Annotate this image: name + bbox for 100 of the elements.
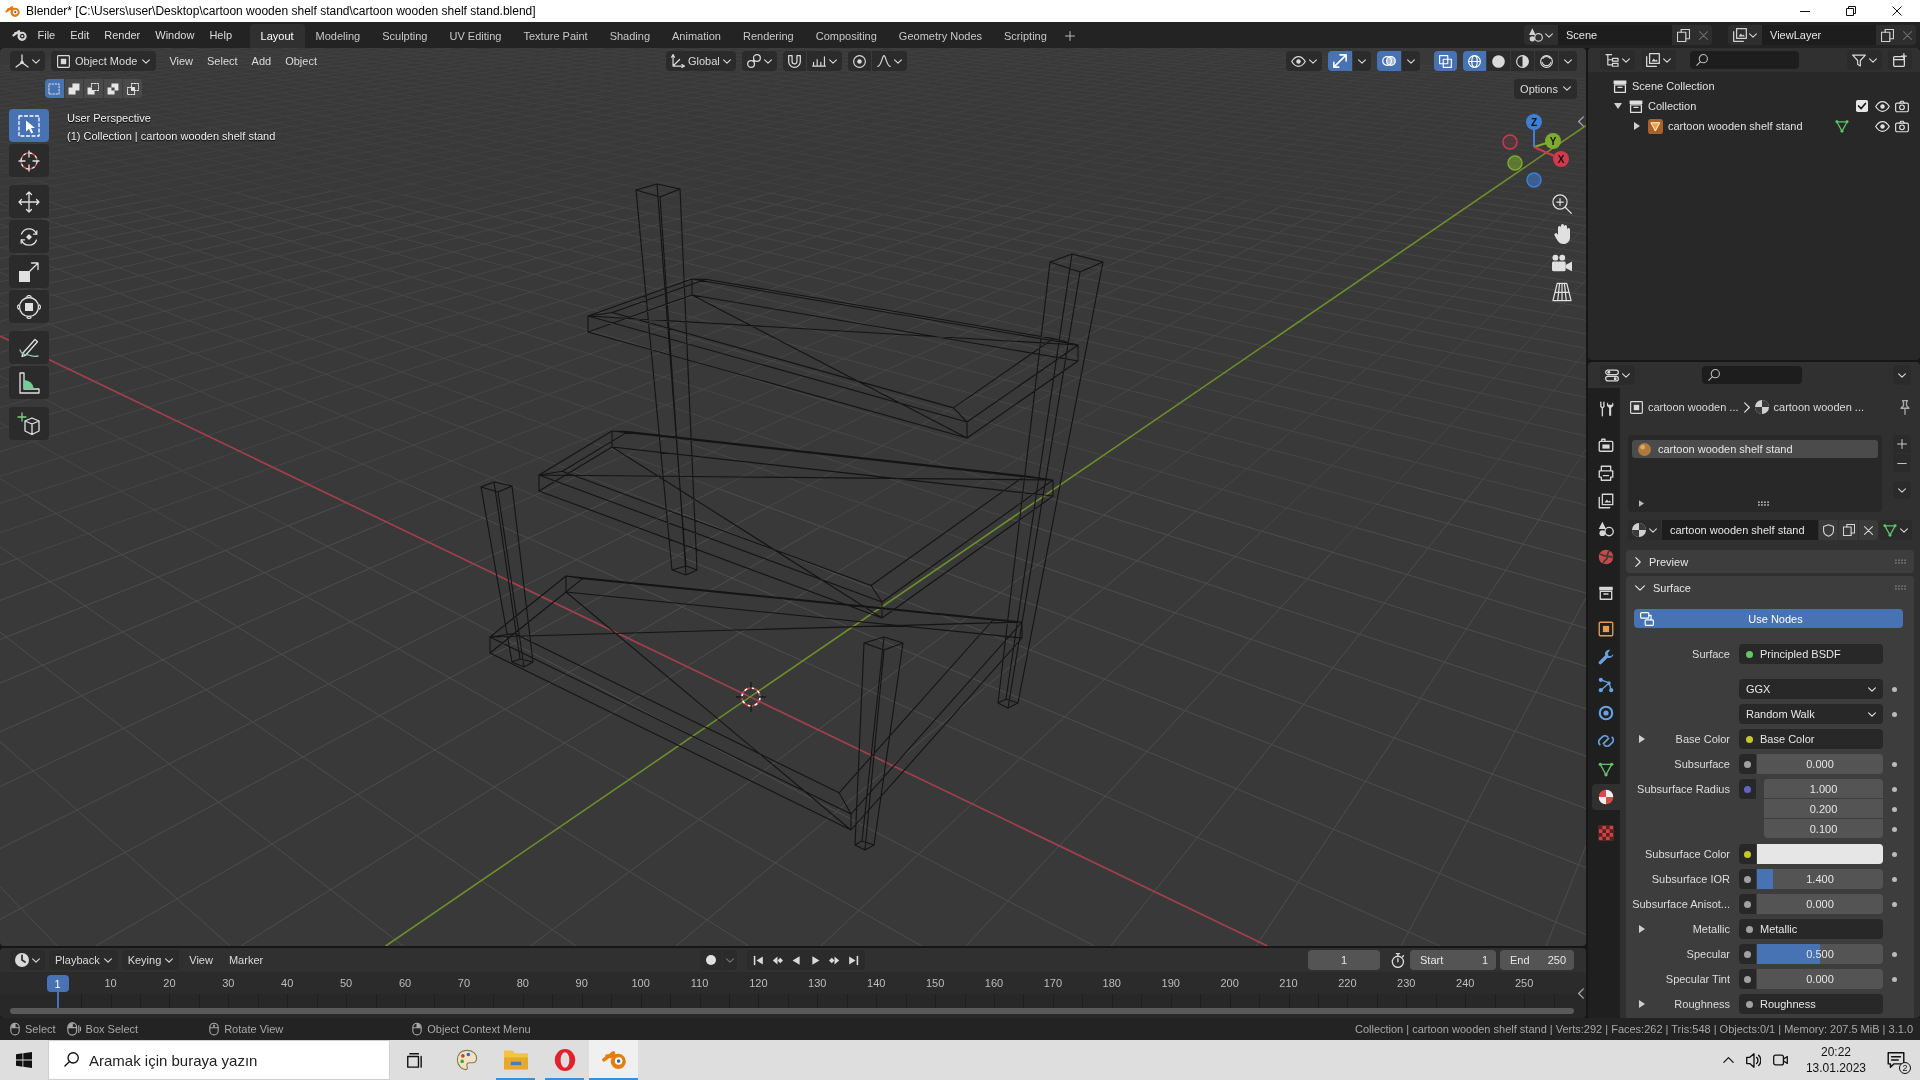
annotate-tool[interactable] — [9, 331, 49, 364]
search-box[interactable]: Aramak için buraya yazın — [48, 1040, 390, 1080]
editor-type-button[interactable] — [1600, 365, 1635, 385]
search-field[interactable] — [1702, 366, 1802, 384]
selection-mode-button[interactable] — [84, 79, 103, 98]
editor-type-button[interactable] — [10, 950, 45, 970]
workspace-tab[interactable]: Modeling — [304, 24, 372, 48]
shading-mode-button[interactable] — [1511, 51, 1534, 71]
negative-axis-handle[interactable] — [1507, 155, 1523, 171]
number-field[interactable]: 0.100 — [1764, 819, 1883, 838]
xray-toggle[interactable] — [1434, 51, 1457, 71]
proportional-editing-toggle[interactable] — [847, 51, 871, 71]
linked-input-field[interactable]: Metallic — [1739, 919, 1883, 939]
move-tool[interactable] — [9, 185, 49, 218]
menu-item[interactable]: Help — [201, 24, 240, 46]
eye-icon[interactable] — [1874, 100, 1890, 112]
dropdown-field[interactable]: GGX — [1739, 679, 1883, 699]
editor-type-button[interactable] — [10, 51, 45, 71]
socket-button[interactable] — [1739, 754, 1756, 774]
selection-mode-button[interactable] — [123, 79, 142, 98]
triangle-right-icon[interactable] — [1639, 925, 1645, 933]
collection-checkbox[interactable] — [1856, 100, 1868, 112]
number-field[interactable]: 0.000 — [1757, 894, 1883, 914]
dropdown-field[interactable]: Random Walk — [1739, 704, 1883, 724]
perspective-grid-icon[interactable] — [1552, 282, 1572, 302]
negative-axis-handle[interactable] — [1502, 134, 1518, 150]
number-field[interactable]: 0.200 — [1764, 799, 1883, 818]
linked-input-field[interactable]: Base Color — [1739, 729, 1883, 749]
cursor-tool[interactable] — [9, 144, 49, 177]
hand-icon[interactable] — [1552, 224, 1572, 244]
material-slot[interactable]: cartoon wooden shelf stand — [1632, 440, 1878, 458]
play-icon[interactable] — [810, 954, 821, 966]
menu-item[interactable]: Playback — [49, 950, 118, 970]
workspace-tab[interactable]: Shading — [598, 24, 662, 48]
vertex-triangle-icon[interactable] — [1835, 119, 1849, 133]
chevron-left-icon[interactable] — [1578, 988, 1584, 999]
slot-menu-button[interactable] — [1893, 481, 1911, 499]
camera-icon[interactable] — [1895, 119, 1909, 133]
selection-mode-button[interactable] — [64, 79, 84, 98]
use-nodes-button[interactable]: Use Nodes — [1634, 609, 1903, 628]
duplicate-button[interactable] — [1876, 25, 1898, 45]
workspace-tab[interactable]: Sculpting — [371, 24, 439, 48]
workspace-tab[interactable]: UV Editing — [438, 24, 513, 48]
select-box-tool[interactable] — [9, 109, 49, 142]
workspace-tab[interactable]: Compositing — [804, 24, 888, 48]
workspace-tab[interactable]: Scripting — [993, 24, 1058, 48]
workspace-tab[interactable]: Texture Paint — [512, 24, 599, 48]
outliner-item[interactable]: Collection — [1648, 100, 1697, 112]
workspace-tab[interactable]: Layout — [249, 24, 305, 48]
orientation-dropdown[interactable]: Global — [666, 51, 736, 71]
playhead[interactable]: 1 — [46, 975, 69, 992]
options-dropdown[interactable] — [1893, 365, 1911, 385]
menu-item[interactable]: Window — [147, 24, 202, 46]
pivot-dropdown[interactable] — [741, 51, 777, 71]
clock-date[interactable]: 13.01.2023 — [1805, 1060, 1866, 1076]
linked-input-field[interactable]: Roughness — [1739, 994, 1883, 1014]
auto-keying-toggle[interactable] — [700, 950, 722, 970]
number-field[interactable]: 1.400 — [1757, 869, 1883, 889]
keyframe-dot-icon[interactable] — [1891, 826, 1897, 832]
skip-end-icon[interactable] — [848, 954, 859, 966]
menu-item[interactable]: Keying — [121, 950, 180, 970]
panel-header[interactable]: Preview — [1626, 550, 1914, 573]
start-frame-field[interactable]: Start 1 — [1410, 950, 1496, 970]
socket-button[interactable] — [1739, 894, 1756, 914]
falloff-dropdown[interactable] — [871, 51, 907, 71]
workspace-tab[interactable]: Rendering — [731, 24, 805, 48]
panel-header[interactable]: Surface — [1626, 576, 1914, 599]
menu-item[interactable]: View — [162, 51, 201, 71]
overlay-dropdown[interactable] — [1402, 51, 1420, 71]
scene-name-field[interactable]: Scene — [1558, 25, 1672, 45]
menu-item[interactable]: Select — [200, 51, 245, 71]
selection-mode-button[interactable] — [103, 79, 123, 98]
snap-toggle[interactable] — [782, 51, 806, 71]
number-field[interactable]: 1.000 — [1764, 779, 1883, 798]
options-dropdown[interactable]: Options — [1514, 78, 1577, 99]
measure-tool[interactable] — [9, 366, 49, 399]
visibility-dropdown[interactable] — [1286, 51, 1322, 71]
shading-mode-button[interactable] — [1535, 51, 1558, 71]
material-name-field[interactable]: cartoon wooden shelf stand — [1662, 520, 1818, 540]
clock-time[interactable]: 20:22 — [1820, 1044, 1851, 1060]
grip-dots-icon[interactable] — [1895, 559, 1906, 564]
shading-dropdown[interactable] — [1559, 51, 1577, 71]
snap-dropdown[interactable] — [806, 51, 842, 71]
number-field[interactable]: 0.000 — [1757, 969, 1883, 989]
scale-tool[interactable] — [9, 255, 49, 288]
movie-camera-icon[interactable] — [1552, 254, 1572, 272]
keyframe-dot-icon[interactable] — [1891, 806, 1897, 812]
skip-start-icon[interactable] — [753, 954, 764, 966]
scene-browse-button[interactable] — [1524, 25, 1558, 45]
triangle-right-icon[interactable] — [1634, 122, 1640, 130]
shading-mode-button[interactable] — [1487, 51, 1510, 71]
mode-dropdown[interactable]: Object Mode — [51, 51, 157, 71]
fake-user-button[interactable] — [1819, 520, 1838, 540]
socket-button[interactable] — [1739, 969, 1756, 989]
new-collection-button[interactable] — [1888, 50, 1912, 70]
triangle-right-icon[interactable] — [1639, 735, 1645, 743]
triangle-right-icon[interactable] — [1639, 499, 1644, 507]
filter-dropdown[interactable] — [1847, 50, 1882, 70]
menu-item[interactable]: Edit — [62, 24, 97, 46]
keyframe-dot-icon[interactable] — [1891, 951, 1897, 957]
